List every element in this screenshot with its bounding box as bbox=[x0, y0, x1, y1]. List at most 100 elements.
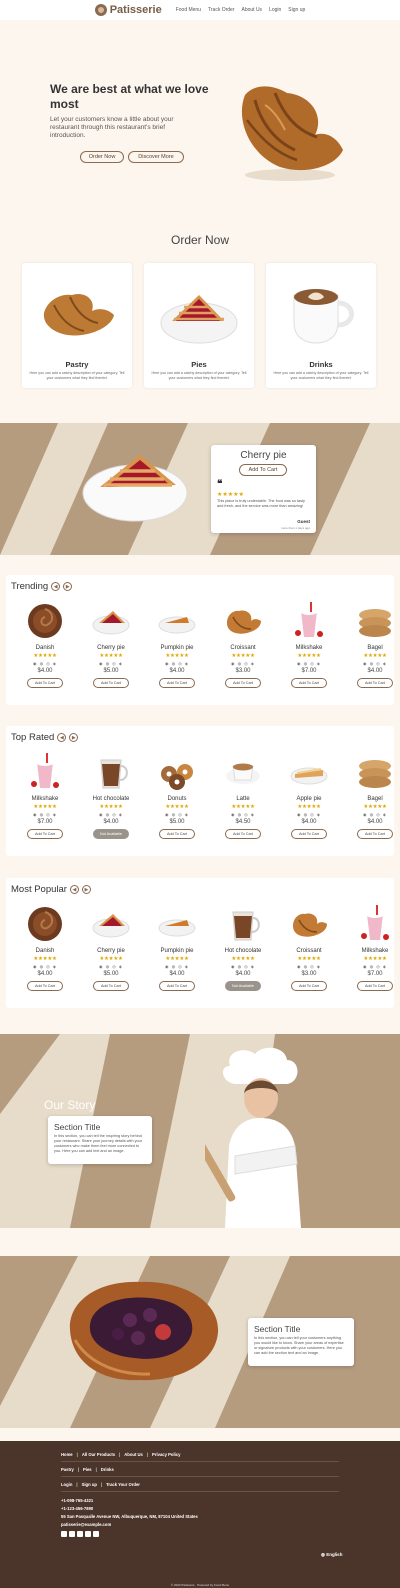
nav-about-us[interactable]: About Us bbox=[241, 7, 262, 13]
category-card-pastry[interactable]: Pastry Here you can add a catchy descrip… bbox=[22, 263, 132, 388]
product-card[interactable]: Danish ★★★★★ ◉ ◍ ◎ ◈ $4.00 Add To Cart bbox=[12, 904, 78, 1002]
product-rating-stars: ★★★★★ bbox=[165, 804, 189, 810]
product-rating-stars: ★★★★★ bbox=[165, 956, 189, 962]
product-price: $4.00 bbox=[235, 971, 251, 977]
order-now-button[interactable]: Order Now bbox=[80, 151, 124, 163]
footer-phone-1[interactable]: +1-098-765-4321 bbox=[61, 1498, 93, 1503]
product-image bbox=[290, 767, 328, 785]
add-to-cart-button[interactable]: Add To Cart bbox=[27, 829, 63, 839]
prev-arrow-icon[interactable]: ◀ bbox=[69, 885, 79, 894]
product-image bbox=[361, 905, 389, 940]
next-arrow-icon[interactable]: ▶ bbox=[69, 733, 79, 742]
product-card[interactable]: Pumpkin pie ★★★★★ ◉ ◍ ◎ ◈ $4.00 Add To Cart bbox=[144, 904, 210, 1002]
add-to-cart-button[interactable]: Add To Cart bbox=[291, 829, 327, 839]
discover-more-button[interactable]: Discover More bbox=[128, 151, 184, 163]
product-name: Cherry pie bbox=[97, 645, 125, 651]
product-price: $5.00 bbox=[103, 971, 119, 977]
add-to-cart-button[interactable]: Add To Cart bbox=[291, 981, 327, 991]
product-name: Croissant bbox=[296, 948, 322, 954]
add-to-cart-button[interactable]: Add To Cart bbox=[239, 464, 287, 476]
product-card[interactable]: Cherry pie ★★★★★ ◉ ◍ ◎ ◈ $5.00 Add To Cart bbox=[78, 601, 144, 699]
category-desc: Here you can add a catchy description of… bbox=[273, 371, 369, 380]
product-price: $7.00 bbox=[301, 668, 317, 674]
footer-link-pastry[interactable]: Pastry bbox=[61, 1467, 74, 1472]
product-rating-stars: ★★★★★ bbox=[99, 804, 123, 810]
nav-track-order[interactable]: Track Order bbox=[208, 7, 234, 13]
add-to-cart-button[interactable]: Add To Cart bbox=[159, 981, 195, 991]
youtube-icon[interactable] bbox=[77, 1531, 83, 1537]
next-arrow-icon[interactable]: ▶ bbox=[81, 885, 91, 894]
product-card[interactable]: Donuts ★★★★★ ◉ ◍ ◎ ◈ $5.00 Add To Cart bbox=[144, 752, 210, 850]
product-price: $7.00 bbox=[367, 971, 383, 977]
add-to-cart-button[interactable]: Add To Cart bbox=[93, 981, 129, 991]
footer-divider bbox=[61, 1491, 339, 1492]
add-to-cart-button[interactable]: Add To Cart bbox=[225, 678, 261, 688]
add-to-cart-button[interactable]: Add To Cart bbox=[27, 981, 63, 991]
product-card[interactable]: Pumpkin pie ★★★★★ ◉ ◍ ◎ ◈ $4.00 Add To Cart bbox=[144, 601, 210, 699]
most-popular-section: Most Popular ◀ ▶ Danish ★★★★★ ◉ ◍ ◎ ◈ $4.00… bbox=[6, 878, 394, 1008]
footer-email[interactable]: patisserie@example.com bbox=[61, 1522, 111, 1527]
add-to-cart-button[interactable]: Add To Cart bbox=[27, 678, 63, 688]
footer-link-track-order[interactable]: Track Your Order bbox=[106, 1482, 140, 1487]
add-to-cart-button[interactable]: Add To Cart bbox=[159, 678, 195, 688]
prev-arrow-icon[interactable]: ◀ bbox=[51, 582, 61, 591]
product-card[interactable]: Hot chocolate ★★★★★ ◉ ◍ ◎ ◈ $4.00 Not Availa… bbox=[78, 752, 144, 850]
add-to-cart-button[interactable]: Add To Cart bbox=[357, 678, 393, 688]
logo-icon bbox=[94, 4, 107, 16]
product-card[interactable]: Danish ★★★★★ ◉ ◍ ◎ ◈ $4.00 Add To Cart bbox=[12, 601, 78, 699]
language-selector[interactable]: ◍ English bbox=[321, 1552, 342, 1558]
product-card[interactable]: Bagel ★★★★★ ◉ ◍ ◎ ◈ $4.00 Add To Cart bbox=[342, 601, 400, 699]
category-card-pies[interactable]: Pies Here you can add a catchy descripti… bbox=[144, 263, 254, 388]
dietary-icons: ◉ ◍ ◎ ◈ bbox=[165, 661, 189, 666]
facebook-icon[interactable] bbox=[61, 1531, 67, 1537]
add-to-cart-button[interactable]: Add To Cart bbox=[357, 829, 393, 839]
add-to-cart-button[interactable]: Add To Cart bbox=[159, 829, 195, 839]
product-image bbox=[295, 602, 323, 637]
product-card[interactable]: Hot chocolate ★★★★★ ◉ ◍ ◎ ◈ $4.00 Not Availa… bbox=[210, 904, 276, 1002]
nav-sign-up[interactable]: Sign up bbox=[288, 7, 305, 13]
footer-phone-2[interactable]: +1-123-456-7890 bbox=[61, 1506, 93, 1511]
brand-logo[interactable]: Patisserie bbox=[94, 4, 162, 16]
product-card[interactable]: Apple pie ★★★★★ ◉ ◍ ◎ ◈ $4.00 Add To Cart bbox=[276, 752, 342, 850]
not-available-button[interactable]: Not Available bbox=[93, 829, 129, 839]
footer-link-about-us[interactable]: About Us bbox=[124, 1452, 143, 1457]
product-price: $4.50 bbox=[235, 819, 251, 825]
add-to-cart-button[interactable]: Add To Cart bbox=[357, 981, 393, 991]
product-card[interactable]: Croissant ★★★★★ ◉ ◍ ◎ ◈ $3.00 Add To Cart bbox=[276, 904, 342, 1002]
add-to-cart-button[interactable]: Add To Cart bbox=[291, 678, 327, 688]
footer-link-login[interactable]: Login bbox=[61, 1482, 72, 1487]
footer-link-pies[interactable]: Pies bbox=[83, 1467, 92, 1472]
product-card[interactable]: Croissant ★★★★★ ◉ ◍ ◎ ◈ $3.00 Add To Cart bbox=[210, 601, 276, 699]
category-card-drinks[interactable]: Drinks Here you can add a catchy descrip… bbox=[266, 263, 376, 388]
product-image bbox=[161, 764, 193, 790]
footer-link-home[interactable]: Home bbox=[61, 1452, 73, 1457]
product-price: $4.00 bbox=[301, 819, 317, 825]
add-to-cart-button[interactable]: Add To Cart bbox=[93, 678, 129, 688]
product-card[interactable]: Milkshake ★★★★★ ◉ ◍ ◎ ◈ $7.00 Add To Cart bbox=[12, 752, 78, 850]
prev-arrow-icon[interactable]: ◀ bbox=[57, 733, 67, 742]
not-available-button[interactable]: Not Available bbox=[225, 981, 261, 991]
product-card[interactable]: Milkshake ★★★★★ ◉ ◍ ◎ ◈ $7.00 Add To Cart bbox=[276, 601, 342, 699]
product-card[interactable]: Cherry pie ★★★★★ ◉ ◍ ◎ ◈ $5.00 Add To Cart bbox=[78, 904, 144, 1002]
footer-link-sign-up[interactable]: Sign up bbox=[82, 1482, 97, 1487]
footer-link-drinks[interactable]: Drinks bbox=[101, 1467, 114, 1472]
footer-link-all-products[interactable]: All Our Products bbox=[82, 1452, 115, 1457]
twitter-icon[interactable] bbox=[69, 1531, 75, 1537]
nav-login[interactable]: Login bbox=[269, 7, 281, 13]
product-card[interactable]: Bagel ★★★★★ ◉ ◍ ◎ ◈ $4.00 Add To Cart bbox=[342, 752, 400, 850]
product-price: $3.00 bbox=[235, 668, 251, 674]
next-arrow-icon[interactable]: ▶ bbox=[63, 582, 73, 591]
instagram-icon[interactable] bbox=[85, 1531, 91, 1537]
linkedin-icon[interactable] bbox=[93, 1531, 99, 1537]
product-card[interactable]: Milkshake ★★★★★ ◉ ◍ ◎ ◈ $7.00 Add To Cart bbox=[342, 904, 400, 1002]
add-to-cart-button[interactable]: Add To Cart bbox=[225, 829, 261, 839]
hero-section: We are best at what we love most Let you… bbox=[0, 20, 400, 210]
story-card: Section Title In this section, you can t… bbox=[48, 1116, 152, 1164]
nav-food-menu[interactable]: Food Menu bbox=[176, 7, 201, 13]
footer-link-privacy-policy[interactable]: Privacy Policy bbox=[152, 1452, 180, 1457]
footer-links-row-2: Pastry | Pies | Drinks bbox=[61, 1467, 114, 1472]
trending-header: Trending ◀ ▶ bbox=[11, 581, 73, 592]
product-card[interactable]: Latte ★★★★★ ◉ ◍ ◎ ◈ $4.50 Add To Cart bbox=[210, 752, 276, 850]
dietary-icons: ◉ ◍ ◎ ◈ bbox=[231, 964, 255, 969]
product-name: Bagel bbox=[367, 645, 383, 651]
